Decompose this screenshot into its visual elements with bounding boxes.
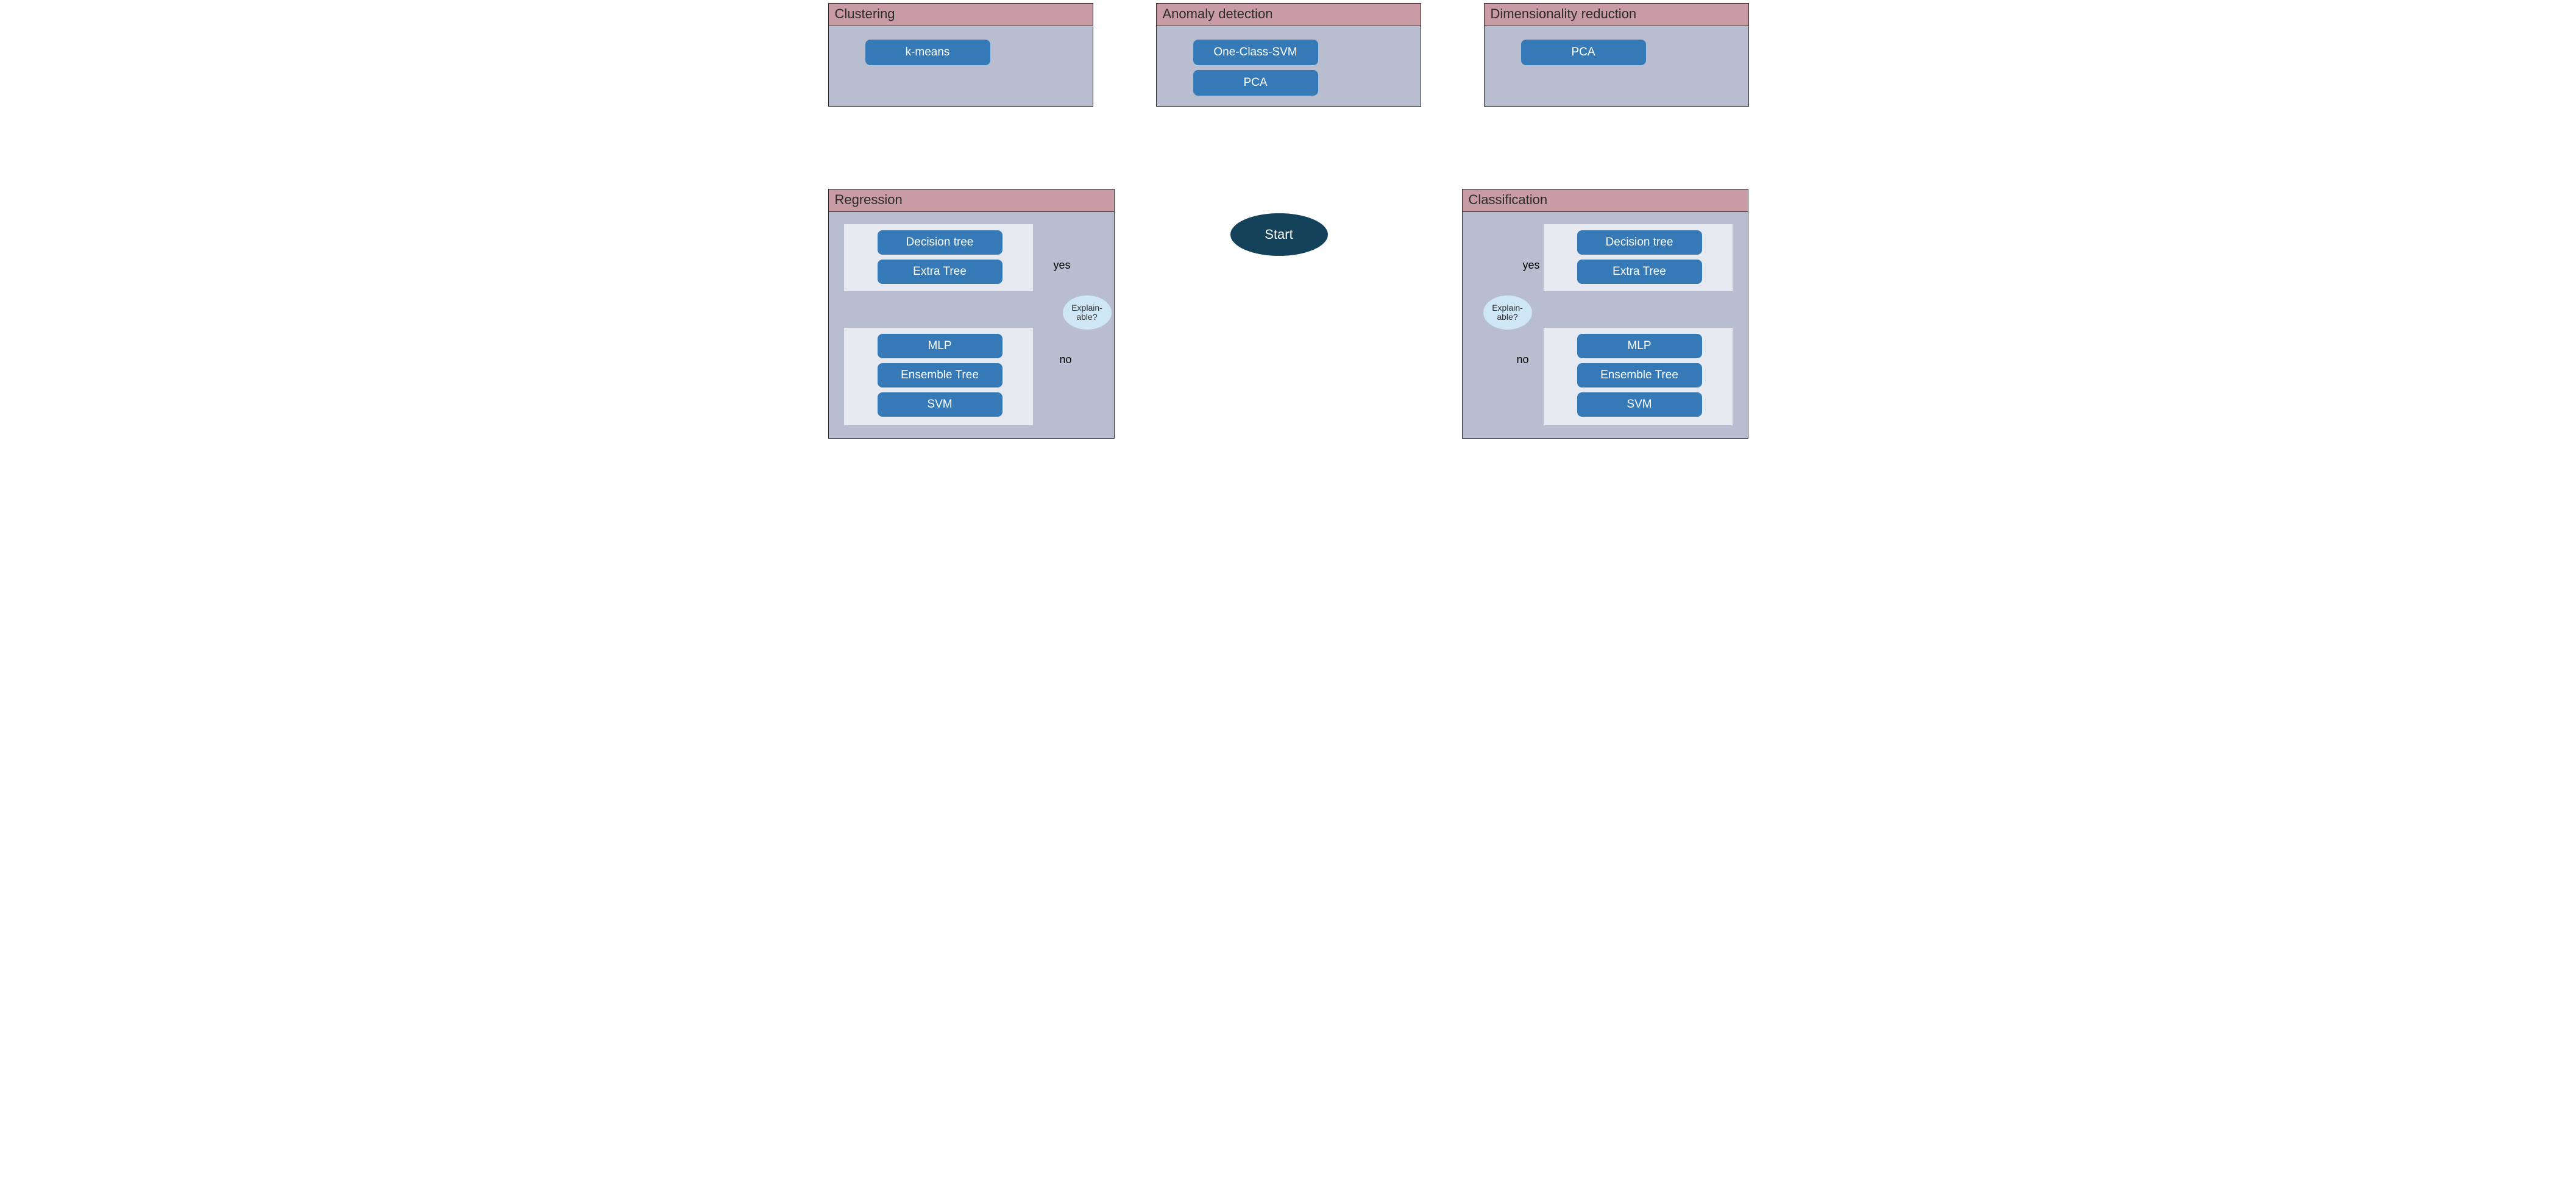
- panel-clustering: Clustering k-means: [828, 3, 1093, 107]
- label-yes-regression: yes: [1054, 259, 1071, 272]
- panel-dimred: Dimensionality reduction PCA: [1484, 3, 1749, 107]
- algo-decision-tree-reg: Decision tree: [878, 230, 1002, 255]
- label-yes-classification: yes: [1523, 259, 1540, 272]
- label-no-regression: no: [1060, 353, 1072, 366]
- algo-ensemble-tree-reg: Ensemble Tree: [878, 363, 1002, 387]
- decision-classification: Explain- able?: [1483, 295, 1532, 330]
- panel-title-classification: Classification: [1463, 189, 1748, 212]
- regression-no-group: MLP Ensemble Tree SVM: [844, 328, 1033, 425]
- panel-anomaly: Anomaly detection One-Class-SVM PCA: [1156, 3, 1421, 107]
- algo-svm-cls: SVM: [1577, 392, 1702, 417]
- panel-title-regression: Regression: [829, 189, 1114, 212]
- decision-regression: Explain- able?: [1063, 295, 1112, 330]
- start-node: Start: [1230, 213, 1328, 256]
- algo-pca-anomaly: PCA: [1193, 70, 1318, 96]
- algo-kmeans: k-means: [865, 40, 990, 65]
- algo-extra-tree-cls: Extra Tree: [1577, 260, 1702, 284]
- label-no-classification: no: [1517, 353, 1529, 366]
- panel-title-anomaly: Anomaly detection: [1157, 4, 1421, 26]
- regression-yes-group: Decision tree Extra Tree: [844, 224, 1033, 291]
- algo-ensemble-tree-cls: Ensemble Tree: [1577, 363, 1702, 387]
- algo-svm-reg: SVM: [878, 392, 1002, 417]
- algo-mlp-reg: MLP: [878, 334, 1002, 358]
- classification-yes-group: Decision tree Extra Tree: [1544, 224, 1733, 291]
- classification-no-group: MLP Ensemble Tree SVM: [1544, 328, 1733, 425]
- algo-mlp-cls: MLP: [1577, 334, 1702, 358]
- algo-pca: PCA: [1521, 40, 1646, 65]
- diagram-canvas: Clustering k-means Anomaly detection One…: [822, 0, 1755, 445]
- panel-title-clustering: Clustering: [829, 4, 1093, 26]
- algo-oneclass-svm: One-Class-SVM: [1193, 40, 1318, 65]
- panel-title-dimred: Dimensionality reduction: [1485, 4, 1748, 26]
- algo-extra-tree-reg: Extra Tree: [878, 260, 1002, 284]
- algo-decision-tree-cls: Decision tree: [1577, 230, 1702, 255]
